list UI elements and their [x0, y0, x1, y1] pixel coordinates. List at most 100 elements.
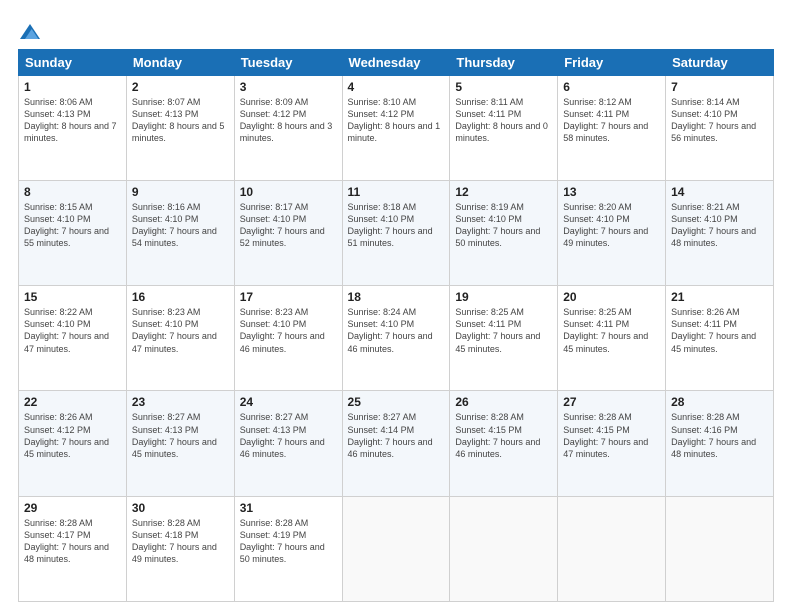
sunrise: Sunrise: 8:19 AM: [455, 201, 552, 213]
calendar-cell: 12Sunrise: 8:19 AMSunset: 4:10 PMDayligh…: [450, 180, 558, 285]
day-info: Sunrise: 8:24 AMSunset: 4:10 PMDaylight:…: [348, 306, 445, 355]
day-info: Sunrise: 8:26 AMSunset: 4:12 PMDaylight:…: [24, 411, 121, 460]
day-number: 2: [132, 80, 229, 94]
sunset: Sunset: 4:15 PM: [455, 424, 552, 436]
sunrise: Sunrise: 8:25 AM: [563, 306, 660, 318]
day-info: Sunrise: 8:23 AMSunset: 4:10 PMDaylight:…: [132, 306, 229, 355]
day-info: Sunrise: 8:12 AMSunset: 4:11 PMDaylight:…: [563, 96, 660, 145]
weekday-header-row: SundayMondayTuesdayWednesdayThursdayFrid…: [19, 49, 774, 75]
sunrise: Sunrise: 8:26 AM: [24, 411, 121, 423]
calendar-cell: 23Sunrise: 8:27 AMSunset: 4:13 PMDayligh…: [126, 391, 234, 496]
calendar-cell: 3Sunrise: 8:09 AMSunset: 4:12 PMDaylight…: [234, 75, 342, 180]
sunset: Sunset: 4:13 PM: [24, 108, 121, 120]
header: [18, 16, 774, 41]
calendar-week-4: 22 Sunrise: 8:26 AMSunset: 4:12 PMDayligh…: [19, 391, 774, 496]
sunset: Sunset: 4:10 PM: [132, 318, 229, 330]
daylight: Daylight: 7 hours and 58 minutes.: [563, 120, 660, 144]
daylight: Daylight: 8 hours and 0 minutes.: [455, 120, 552, 144]
daylight: Daylight: 7 hours and 47 minutes.: [563, 436, 660, 460]
calendar-cell: 16Sunrise: 8:23 AMSunset: 4:10 PMDayligh…: [126, 286, 234, 391]
calendar-cell: 20 Sunrise: 8:25 AMSunset: 4:11 PMDayligh…: [558, 286, 666, 391]
calendar-week-1: 1Sunrise: 8:06 AMSunset: 4:13 PMDaylight…: [19, 75, 774, 180]
calendar-cell: 8Sunrise: 8:15 AMSunset: 4:10 PMDaylight…: [19, 180, 127, 285]
weekday-header-friday: Friday: [558, 49, 666, 75]
sunset: Sunset: 4:14 PM: [348, 424, 445, 436]
day-number: 9: [132, 185, 229, 199]
day-number: 26: [455, 395, 552, 409]
day-number: 20: [563, 290, 660, 304]
sunset: Sunset: 4:13 PM: [240, 424, 337, 436]
day-info: Sunrise: 8:20 AMSunset: 4:10 PMDaylight:…: [563, 201, 660, 250]
sunset: Sunset: 4:12 PM: [240, 108, 337, 120]
daylight: Daylight: 7 hours and 48 minutes.: [671, 225, 768, 249]
calendar-cell: 2 Sunrise: 8:07 AMSunset: 4:13 PMDaylight…: [126, 75, 234, 180]
calendar-cell: 18Sunrise: 8:24 AMSunset: 4:10 PMDayligh…: [342, 286, 450, 391]
calendar-cell: 10Sunrise: 8:17 AMSunset: 4:10 PMDayligh…: [234, 180, 342, 285]
daylight: Daylight: 7 hours and 45 minutes.: [563, 330, 660, 354]
day-number: 31: [240, 501, 337, 515]
daylight: Daylight: 7 hours and 45 minutes.: [24, 436, 121, 460]
day-info: Sunrise: 8:28 AMSunset: 4:17 PMDaylight:…: [24, 517, 121, 566]
day-info: Sunrise: 8:11 AMSunset: 4:11 PMDaylight:…: [455, 96, 552, 145]
sunrise: Sunrise: 8:28 AM: [240, 517, 337, 529]
calendar-cell: 11Sunrise: 8:18 AMSunset: 4:10 PMDayligh…: [342, 180, 450, 285]
sunset: Sunset: 4:12 PM: [348, 108, 445, 120]
day-number: 15: [24, 290, 121, 304]
day-info: Sunrise: 8:10 AMSunset: 4:12 PMDaylight:…: [348, 96, 445, 145]
sunrise: Sunrise: 8:07 AM: [132, 96, 229, 108]
sunrise: Sunrise: 8:25 AM: [455, 306, 552, 318]
sunrise: Sunrise: 8:14 AM: [671, 96, 768, 108]
sunset: Sunset: 4:10 PM: [132, 213, 229, 225]
calendar-cell: 19Sunrise: 8:25 AMSunset: 4:11 PMDayligh…: [450, 286, 558, 391]
calendar-cell: 25Sunrise: 8:27 AMSunset: 4:14 PMDayligh…: [342, 391, 450, 496]
day-number: 22: [24, 395, 121, 409]
weekday-header-thursday: Thursday: [450, 49, 558, 75]
sunrise: Sunrise: 8:28 AM: [671, 411, 768, 423]
sunset: Sunset: 4:11 PM: [671, 318, 768, 330]
sunrise: Sunrise: 8:27 AM: [132, 411, 229, 423]
sunrise: Sunrise: 8:28 AM: [132, 517, 229, 529]
sunset: Sunset: 4:10 PM: [24, 318, 121, 330]
calendar-cell: [342, 496, 450, 601]
day-number: 5: [455, 80, 552, 94]
day-number: 4: [348, 80, 445, 94]
calendar-week-2: 8Sunrise: 8:15 AMSunset: 4:10 PMDaylight…: [19, 180, 774, 285]
day-info: Sunrise: 8:25 AMSunset: 4:11 PMDaylight:…: [563, 306, 660, 355]
calendar-cell: [558, 496, 666, 601]
day-number: 7: [671, 80, 768, 94]
sunset: Sunset: 4:15 PM: [563, 424, 660, 436]
daylight: Daylight: 8 hours and 1 minute.: [348, 120, 445, 144]
sunrise: Sunrise: 8:11 AM: [455, 96, 552, 108]
day-info: Sunrise: 8:28 AMSunset: 4:16 PMDaylight:…: [671, 411, 768, 460]
sunset: Sunset: 4:10 PM: [563, 213, 660, 225]
sunset: Sunset: 4:10 PM: [671, 108, 768, 120]
day-number: 21: [671, 290, 768, 304]
daylight: Daylight: 7 hours and 49 minutes.: [563, 225, 660, 249]
daylight: Daylight: 7 hours and 51 minutes.: [348, 225, 445, 249]
daylight: Daylight: 7 hours and 47 minutes.: [24, 330, 121, 354]
sunset: Sunset: 4:11 PM: [563, 108, 660, 120]
sunrise: Sunrise: 8:23 AM: [240, 306, 337, 318]
day-info: Sunrise: 8:28 AMSunset: 4:15 PMDaylight:…: [455, 411, 552, 460]
day-info: Sunrise: 8:27 AMSunset: 4:14 PMDaylight:…: [348, 411, 445, 460]
sunset: Sunset: 4:10 PM: [240, 318, 337, 330]
daylight: Daylight: 7 hours and 45 minutes.: [132, 436, 229, 460]
sunrise: Sunrise: 8:21 AM: [671, 201, 768, 213]
day-number: 1: [24, 80, 121, 94]
day-info: Sunrise: 8:28 AMSunset: 4:19 PMDaylight:…: [240, 517, 337, 566]
sunset: Sunset: 4:11 PM: [455, 318, 552, 330]
sunset: Sunset: 4:17 PM: [24, 529, 121, 541]
day-info: Sunrise: 8:22 AMSunset: 4:10 PMDaylight:…: [24, 306, 121, 355]
page: SundayMondayTuesdayWednesdayThursdayFrid…: [0, 0, 792, 612]
daylight: Daylight: 7 hours and 45 minutes.: [671, 330, 768, 354]
day-info: Sunrise: 8:07 AMSunset: 4:13 PMDaylight:…: [132, 96, 229, 145]
day-info: Sunrise: 8:27 AMSunset: 4:13 PMDaylight:…: [240, 411, 337, 460]
sunset: Sunset: 4:10 PM: [24, 213, 121, 225]
daylight: Daylight: 7 hours and 46 minutes.: [455, 436, 552, 460]
daylight: Daylight: 7 hours and 46 minutes.: [240, 436, 337, 460]
weekday-header-monday: Monday: [126, 49, 234, 75]
day-info: Sunrise: 8:25 AMSunset: 4:11 PMDaylight:…: [455, 306, 552, 355]
daylight: Daylight: 7 hours and 48 minutes.: [671, 436, 768, 460]
calendar-cell: 7Sunrise: 8:14 AMSunset: 4:10 PMDaylight…: [666, 75, 774, 180]
calendar-cell: 17Sunrise: 8:23 AMSunset: 4:10 PMDayligh…: [234, 286, 342, 391]
